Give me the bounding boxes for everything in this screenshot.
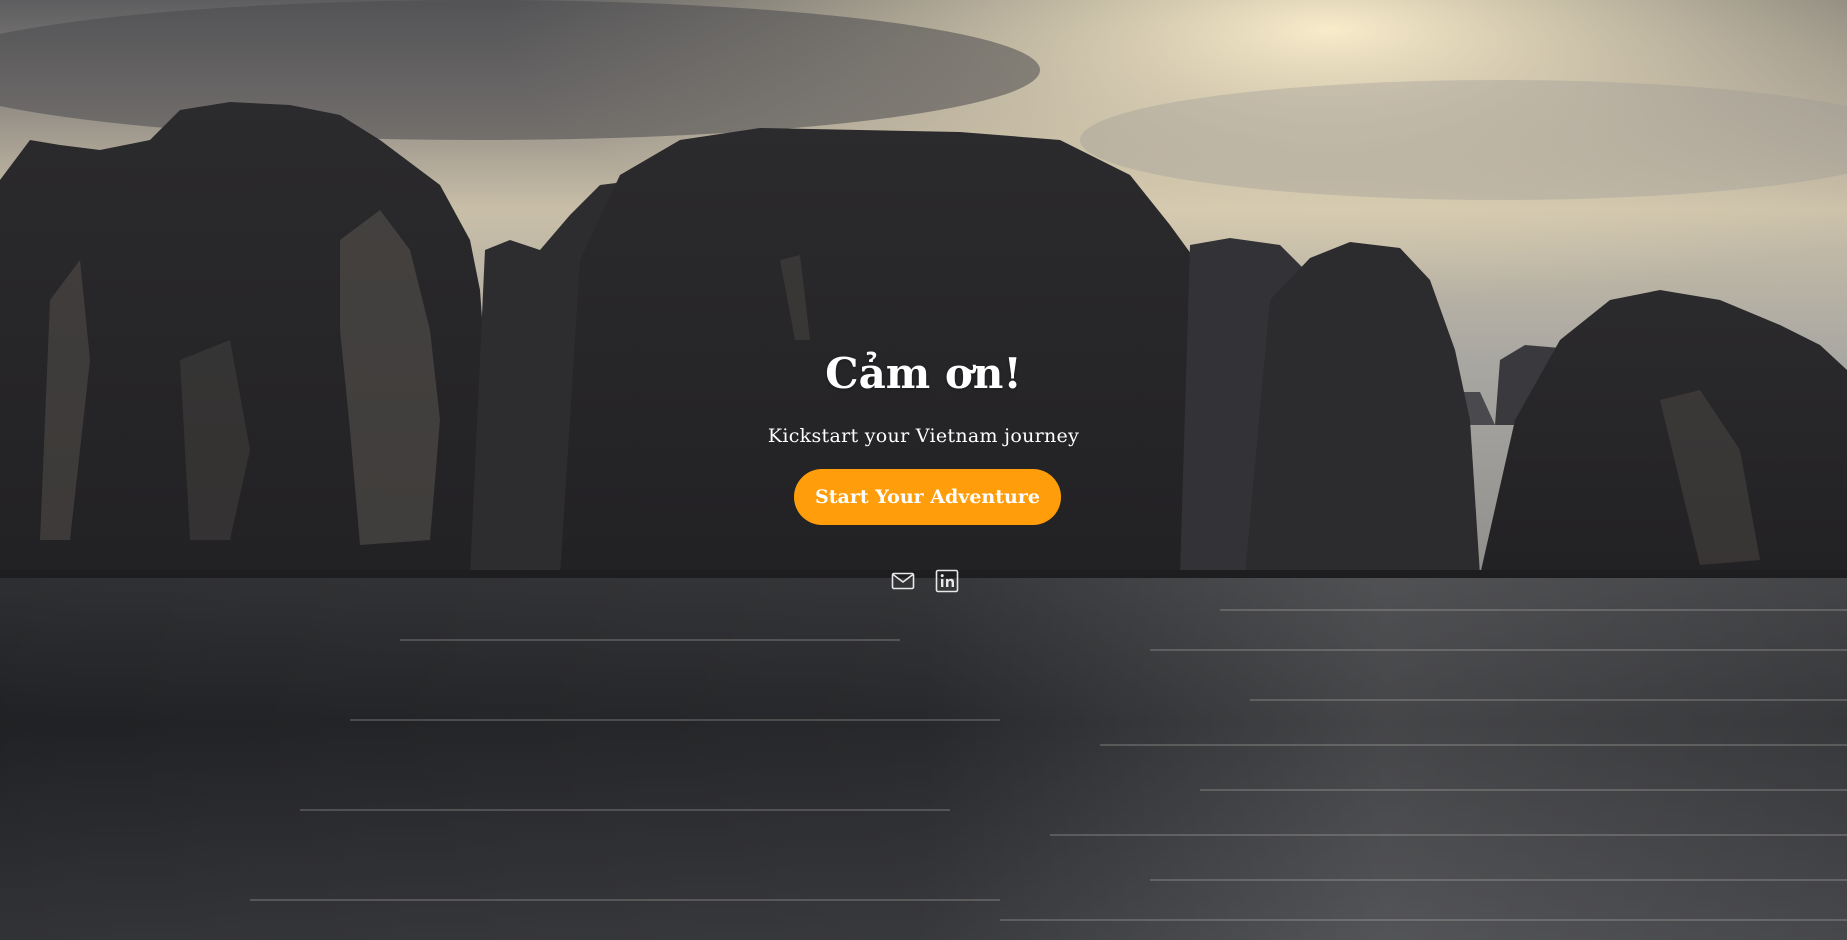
linkedin-icon bbox=[935, 569, 959, 593]
start-adventure-button[interactable]: Start Your Adventure bbox=[794, 469, 1061, 525]
hero-content: Cảm ơn! Kickstart your Vietnam journey S… bbox=[0, 0, 1847, 940]
linkedin-link[interactable] bbox=[934, 568, 960, 594]
hero-title: Cảm ơn! bbox=[825, 349, 1022, 398]
email-link[interactable] bbox=[890, 568, 916, 594]
hero-subtitle: Kickstart your Vietnam journey bbox=[767, 425, 1080, 447]
hero-section: Cảm ơn! Kickstart your Vietnam journey S… bbox=[0, 0, 1847, 940]
social-links bbox=[890, 568, 960, 594]
mail-icon bbox=[891, 572, 915, 590]
